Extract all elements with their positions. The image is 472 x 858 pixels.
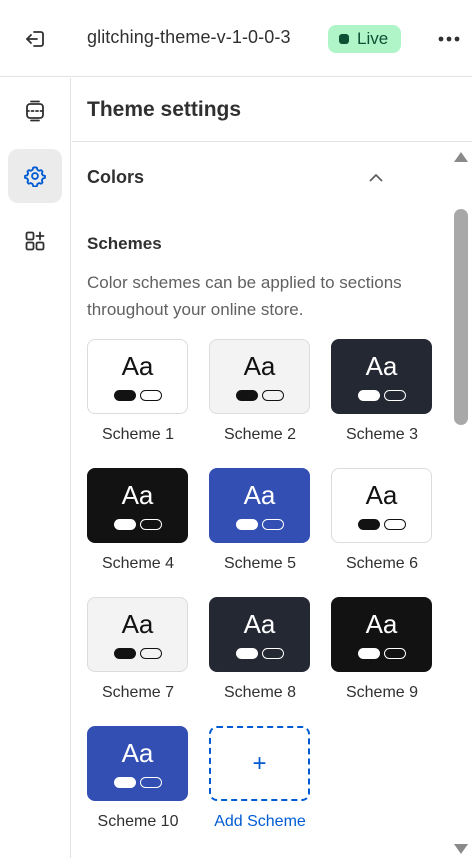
scheme-label: Scheme 5 bbox=[223, 555, 297, 572]
secondary-button-preview bbox=[140, 519, 162, 530]
scheme-card[interactable]: Aa Scheme 3 bbox=[331, 339, 433, 449]
scheme-sample-text: Aa bbox=[365, 609, 398, 639]
primary-button-preview bbox=[358, 519, 380, 530]
scheme-swatch[interactable]: Aa bbox=[209, 468, 310, 543]
theme-name: glitching-theme-v-1-0-0-3 bbox=[87, 27, 291, 47]
scheme-sample-text: Aa bbox=[365, 480, 398, 510]
apps-add-icon bbox=[25, 231, 45, 251]
scheme-swatch[interactable]: Aa bbox=[87, 339, 188, 414]
scheme-sample-text: Aa bbox=[121, 351, 154, 381]
primary-button-preview bbox=[236, 648, 258, 659]
scheme-swatch[interactable]: Aa bbox=[87, 726, 188, 801]
sidebar-item-sections[interactable] bbox=[8, 84, 62, 138]
scheme-card[interactable]: Aa Scheme 4 bbox=[87, 468, 189, 578]
add-scheme-tile[interactable]: + bbox=[209, 726, 310, 801]
panel-title: Theme settings bbox=[87, 98, 242, 121]
status-badge: Live bbox=[328, 25, 401, 53]
schemes-description: Color schemes can be applied to sections… bbox=[87, 273, 402, 319]
secondary-button-preview bbox=[140, 648, 162, 659]
panel-header: Theme settings bbox=[72, 78, 472, 142]
live-dot-icon bbox=[339, 34, 349, 44]
primary-button-preview bbox=[236, 390, 258, 401]
schemes-heading: Schemes bbox=[87, 234, 162, 253]
add-scheme-button[interactable]: + Add Scheme bbox=[209, 726, 311, 836]
scheme-label: Scheme 9 bbox=[345, 684, 419, 701]
scheme-swatch[interactable]: Aa bbox=[331, 339, 432, 414]
scroll-up-arrow-icon[interactable] bbox=[454, 152, 468, 162]
primary-button-preview bbox=[114, 648, 136, 659]
section-title: Colors bbox=[87, 166, 145, 187]
scheme-label: Scheme 8 bbox=[223, 684, 297, 701]
scheme-sample-text: Aa bbox=[121, 480, 154, 510]
sections-icon bbox=[26, 100, 44, 122]
more-actions-button[interactable] bbox=[434, 25, 464, 53]
scheme-card[interactable]: Aa Scheme 1 bbox=[87, 339, 189, 449]
scheme-sample-text: Aa bbox=[243, 351, 276, 381]
status-badge-label: Live bbox=[357, 29, 389, 48]
scheme-label: Scheme 10 bbox=[97, 813, 179, 830]
scheme-sample-text: Aa bbox=[365, 351, 398, 381]
primary-button-preview bbox=[114, 777, 136, 788]
side-rail bbox=[0, 78, 71, 858]
scheme-card[interactable]: Aa Scheme 10 bbox=[87, 726, 189, 836]
scheme-sample-text: Aa bbox=[121, 609, 154, 639]
exit-icon bbox=[26, 31, 44, 47]
secondary-button-preview bbox=[384, 519, 406, 530]
secondary-button-preview bbox=[384, 390, 406, 401]
scheme-swatch[interactable]: Aa bbox=[87, 468, 188, 543]
scheme-card[interactable]: Aa Scheme 2 bbox=[209, 339, 311, 449]
scroll-down-arrow-icon[interactable] bbox=[454, 844, 468, 854]
scheme-label: Scheme 2 bbox=[223, 426, 297, 443]
secondary-button-preview bbox=[262, 390, 284, 401]
scheme-label: Scheme 3 bbox=[345, 426, 419, 443]
primary-button-preview bbox=[114, 519, 136, 530]
scheme-swatch[interactable]: Aa bbox=[209, 339, 310, 414]
plus-icon: + bbox=[252, 749, 267, 777]
sidebar-item-theme-settings[interactable] bbox=[8, 149, 62, 203]
scheme-sample-text: Aa bbox=[243, 480, 276, 510]
theme-settings-panel: Theme settings Colors Schemes Color sche… bbox=[72, 78, 472, 858]
primary-button-preview bbox=[358, 390, 380, 401]
scheme-card[interactable]: Aa Scheme 9 bbox=[331, 597, 433, 707]
scheme-label: Scheme 7 bbox=[101, 684, 175, 701]
scheme-card[interactable]: Aa Scheme 8 bbox=[209, 597, 311, 707]
scheme-sample-text: Aa bbox=[121, 738, 154, 768]
scroll-thumb[interactable] bbox=[454, 209, 468, 425]
scheme-label: Scheme 6 bbox=[345, 555, 419, 572]
scheme-swatch[interactable]: Aa bbox=[87, 597, 188, 672]
scrollbar[interactable] bbox=[452, 146, 470, 858]
scheme-sample-text: Aa bbox=[243, 609, 276, 639]
scheme-swatch[interactable]: Aa bbox=[209, 597, 310, 672]
scheme-card[interactable]: Aa Scheme 5 bbox=[209, 468, 311, 578]
secondary-button-preview bbox=[262, 519, 284, 530]
scheme-label: Scheme 4 bbox=[101, 555, 175, 572]
primary-button-preview bbox=[236, 519, 258, 530]
exit-button[interactable] bbox=[22, 25, 50, 53]
settings-gear-icon bbox=[24, 166, 46, 187]
colors-section-toggle[interactable]: Colors bbox=[72, 147, 444, 207]
scheme-swatch[interactable]: Aa bbox=[331, 597, 432, 672]
scheme-label: Scheme 1 bbox=[101, 426, 175, 443]
scheme-card[interactable]: Aa Scheme 6 bbox=[331, 468, 433, 578]
secondary-button-preview bbox=[384, 648, 406, 659]
add-scheme-label[interactable]: Add Scheme bbox=[209, 813, 311, 831]
more-horizontal-icon bbox=[438, 36, 460, 42]
chevron-up-icon bbox=[368, 169, 384, 185]
secondary-button-preview bbox=[262, 648, 284, 659]
sidebar-item-apps[interactable] bbox=[8, 214, 62, 268]
primary-button-preview bbox=[114, 390, 136, 401]
scheme-card[interactable]: Aa Scheme 7 bbox=[87, 597, 189, 707]
scheme-swatch[interactable]: Aa bbox=[331, 468, 432, 543]
secondary-button-preview bbox=[140, 390, 162, 401]
top-bar: glitching-theme-v-1-0-0-3 Live bbox=[0, 0, 472, 77]
secondary-button-preview bbox=[140, 777, 162, 788]
primary-button-preview bbox=[358, 648, 380, 659]
